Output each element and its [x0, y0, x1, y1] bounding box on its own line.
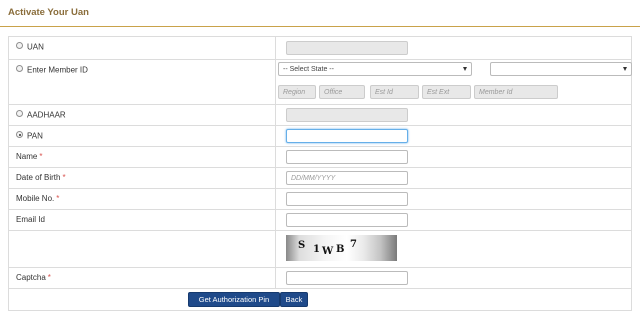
mobile-row: Mobile No. * [9, 189, 631, 210]
mobile-label: Mobile No. [16, 194, 55, 203]
est-ext-input[interactable]: Est Ext [422, 85, 471, 99]
chevron-down-icon [623, 67, 627, 71]
member-id-label: Enter Member ID [27, 65, 88, 75]
required-marker: * [47, 273, 51, 282]
state-select[interactable]: -- Select State -- [278, 62, 472, 76]
required-marker: * [62, 173, 66, 182]
captcha-row: Captcha * [9, 268, 631, 289]
back-button[interactable]: Back [280, 292, 308, 307]
captcha-input[interactable] [286, 271, 408, 285]
pan-radio[interactable] [16, 131, 23, 139]
email-input[interactable] [286, 213, 408, 227]
captcha-image-row: S 1 W B 7 [9, 231, 631, 268]
button-row: Get Authorization Pin Back [9, 289, 631, 310]
dob-input[interactable]: DD/MM/YYYY [286, 171, 408, 185]
required-marker: * [39, 152, 43, 161]
name-input[interactable] [286, 150, 408, 164]
email-row: Email Id [9, 210, 631, 231]
pan-input[interactable] [286, 129, 408, 143]
captcha-image: S 1 W B 7 [286, 235, 397, 261]
email-label: Email Id [16, 215, 45, 224]
activation-form: UAN Enter Member ID -- Select State -- A… [8, 36, 632, 311]
get-authorization-pin-button[interactable]: Get Authorization Pin [188, 292, 280, 307]
dob-row: Date of Birth * DD/MM/YYYY [9, 168, 631, 189]
aadhaar-input[interactable] [286, 108, 408, 122]
aadhaar-label: AADHAAR [27, 110, 66, 120]
pan-row: PAN [9, 126, 631, 147]
name-row: Name * [9, 147, 631, 168]
office-input[interactable]: Office [319, 85, 365, 99]
aadhaar-radio[interactable] [16, 110, 23, 118]
member-id-input[interactable]: Member Id [474, 85, 558, 99]
member-id-radio[interactable] [16, 65, 23, 73]
page-title: Activate Your Uan [8, 7, 89, 18]
est-id-input[interactable]: Est Id [370, 85, 419, 99]
region-input[interactable]: Region [278, 85, 316, 99]
mobile-input[interactable] [286, 192, 408, 206]
aadhaar-row: AADHAAR [9, 105, 631, 126]
name-label: Name [16, 152, 38, 161]
state-select-value: -- Select State -- [283, 66, 334, 73]
captcha-label: Captcha [16, 273, 46, 282]
uan-row: UAN [9, 37, 631, 60]
required-marker: * [56, 194, 60, 203]
district-select[interactable] [490, 62, 632, 76]
chevron-down-icon [463, 67, 467, 71]
uan-input[interactable] [286, 41, 408, 55]
dob-label: Date of Birth [16, 173, 61, 182]
uan-label: UAN [27, 42, 44, 52]
pan-label: PAN [27, 131, 43, 141]
uan-radio[interactable] [16, 42, 23, 50]
title-divider [0, 26, 640, 27]
